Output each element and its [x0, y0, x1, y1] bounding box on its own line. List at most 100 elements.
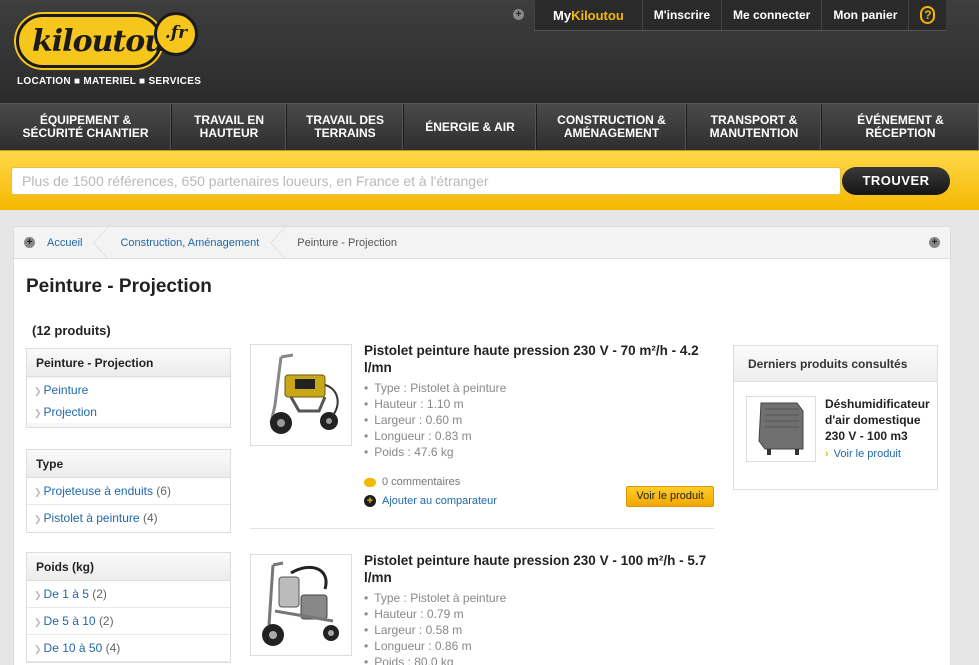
product-image-sprayer[interactable] — [250, 344, 352, 446]
spec-item: Type : Pistolet à peinture — [364, 590, 506, 606]
recent-view-label: Voir le produit — [833, 448, 901, 460]
facet-item-count: (2) — [98, 614, 114, 628]
facet-item-label: Pistolet à peinture — [43, 511, 140, 525]
breadcrumb-separator — [94, 226, 109, 259]
chevron-right-icon: ❯ — [34, 644, 42, 654]
facet-item-count: (2) — [92, 587, 107, 601]
help-icon: ? — [920, 6, 936, 24]
nav-evenement[interactable]: ÉVÉNEMENT & RÉCEPTION — [822, 104, 979, 150]
product-count: (12 produits) — [32, 323, 111, 338]
breadcrumb-separator — [271, 226, 286, 259]
facet-item-1-5[interactable]: ❯ De 1 à 5 (2) — [27, 581, 230, 608]
chevron-right-icon: ❯ — [34, 617, 42, 627]
nav-energie-air[interactable]: ÉNERGIE & AIR — [404, 104, 537, 150]
search-band: TROUVER — [0, 150, 979, 210]
facet-title: Poids (kg) — [27, 553, 230, 581]
spec-item: Poids : 80.0 kg — [364, 654, 506, 665]
product-title[interactable]: Pistolet peinture haute pression 230 V -… — [364, 552, 714, 586]
facet-item-projeteuse[interactable]: ❯ Projeteuse à enduits (6) — [27, 478, 230, 505]
facet-poids: Poids (kg) ❯ De 1 à 5 (2) ❯ De 5 à 10 (2) … — [26, 552, 231, 663]
nav-equipement[interactable]: ÉQUIPEMENT & SÉCURITÉ CHANTIER — [0, 104, 172, 150]
recent-product-image[interactable] — [746, 396, 816, 462]
recent-view-link[interactable]: › Voir le produit — [825, 448, 901, 460]
add-compare-icon: + — [364, 495, 376, 507]
header: kiloutou .fr LOCATION ■ MATERIEL ■ SERVI… — [0, 0, 979, 103]
chevron-right-icon: ❯ — [34, 487, 42, 497]
main-content: + Accueil Construction, Aménagement Pein… — [13, 226, 951, 665]
product-divider — [250, 528, 714, 529]
logo-suffix: .fr — [154, 12, 198, 56]
breadcrumb-construction[interactable]: Construction, Aménagement — [108, 227, 271, 259]
facet-item-label: Projeteuse à enduits — [43, 484, 153, 498]
compare-link[interactable]: + Ajouter au comparateur — [364, 495, 497, 507]
search-input[interactable] — [11, 167, 841, 195]
mykiloutou-prefix: My — [553, 8, 572, 23]
facet-category: Peinture - Projection ❯ Peinture ❯ Project… — [26, 348, 231, 428]
facet-item-count: (4) — [142, 511, 158, 525]
spec-item: Hauteur : 0.79 m — [364, 606, 506, 622]
facet-item-label: De 1 à 5 — [43, 587, 89, 601]
recently-viewed-item: Déshumidificateur d'air domestique 230 V… — [734, 382, 937, 489]
facet-item-label: Projection — [43, 405, 97, 419]
facet-item-count: (4) — [105, 641, 121, 655]
spec-item: Type : Pistolet à peinture — [364, 380, 506, 396]
recently-viewed-panel: Derniers produits consultés Déshumidific… — [733, 345, 938, 490]
register-link[interactable]: M'inscrire — [641, 0, 721, 30]
spec-item: Largeur : 0.60 m — [364, 412, 506, 428]
breadcrumb-current: Peinture - Projection — [297, 236, 397, 249]
chevron-right-icon: ❯ — [34, 514, 42, 524]
account-links: MyKiloutou M'inscrire Me connecter Mon p… — [534, 0, 947, 31]
search-button[interactable]: TROUVER — [842, 167, 950, 195]
facet-title: Peinture - Projection — [27, 349, 230, 377]
comment-bubble-icon — [364, 477, 376, 487]
facet-item-label: De 5 à 10 — [43, 614, 96, 628]
comments-link[interactable]: 0 commentaires — [364, 476, 460, 488]
kiloutou-logo[interactable]: kiloutou .fr LOCATION ■ MATERIEL ■ SERVI… — [14, 12, 202, 90]
facet-title: Type — [27, 450, 230, 478]
breadcrumb-plus-icon[interactable]: + — [24, 237, 35, 248]
main-nav: ÉQUIPEMENT & SÉCURITÉ CHANTIER TRAVAIL E… — [0, 103, 979, 150]
facet-item-count: (6) — [156, 484, 171, 498]
chevron-right-icon: › — [825, 448, 829, 460]
product-image-sprayer[interactable] — [250, 554, 352, 656]
comments-label: 0 commentaires — [382, 476, 461, 488]
logo-text: kiloutou — [32, 24, 166, 59]
nav-construction[interactable]: CONSTRUCTION & AMÉNAGEMENT — [537, 104, 687, 150]
facet-item-peinture[interactable]: ❯ Peinture — [27, 379, 230, 401]
page-title: Peinture - Projection — [26, 276, 212, 297]
spec-item: Poids : 47.6 kg — [364, 444, 506, 460]
breadcrumb: + Accueil Construction, Aménagement Pein… — [14, 226, 950, 259]
spec-item: Hauteur : 1.10 m — [364, 396, 506, 412]
facet-type: Type ❯ Projeteuse à enduits (6) ❯ Pistolet… — [26, 449, 231, 533]
facet-item-pistolet[interactable]: ❯ Pistolet à peinture (4) — [27, 505, 230, 532]
recently-viewed-title: Derniers produits consultés — [734, 346, 937, 382]
facet-item-label: Peinture — [43, 383, 89, 397]
spec-item: Largeur : 0.58 m — [364, 622, 506, 638]
product-specs: Type : Pistolet à peinture Hauteur : 1.1… — [364, 380, 506, 460]
nav-travail-terrains[interactable]: TRAVAIL DES TERRAINS — [287, 104, 404, 150]
logo-tagline: LOCATION ■ MATERIEL ■ SERVICES — [17, 76, 202, 87]
recent-product-name[interactable]: Déshumidificateur d'air domestique 230 V… — [825, 396, 935, 444]
cart-link[interactable]: Mon panier — [821, 0, 908, 30]
breadcrumb-home[interactable]: Accueil — [35, 227, 94, 259]
product-specs: Type : Pistolet à peinture Hauteur : 0.7… — [364, 590, 506, 665]
mykiloutou-link[interactable]: MyKiloutou — [534, 0, 642, 30]
facet-item-projection[interactable]: ❯ Projection — [27, 401, 230, 423]
expand-icon[interactable]: + — [513, 9, 524, 20]
product-title[interactable]: Pistolet peinture haute pression 230 V -… — [364, 342, 714, 376]
chevron-right-icon: ❯ — [34, 590, 42, 600]
view-product-button[interactable]: Voir le produit — [626, 486, 714, 507]
expand-icon[interactable]: + — [929, 237, 940, 248]
login-link[interactable]: Me connecter — [721, 0, 821, 30]
help-button[interactable]: ? — [908, 0, 946, 30]
nav-travail-hauteur[interactable]: TRAVAIL EN HAUTEUR — [172, 104, 287, 150]
chevron-right-icon: ❯ — [34, 408, 42, 418]
nav-transport[interactable]: TRANSPORT & MANUTENTION — [687, 104, 822, 150]
compare-label: Ajouter au comparateur — [382, 495, 497, 507]
facet-item-label: De 10 à 50 — [43, 641, 103, 655]
mykiloutou-brand: Kiloutou — [571, 8, 624, 23]
chevron-right-icon: ❯ — [34, 386, 42, 396]
facet-item-10-50[interactable]: ❯ De 10 à 50 (4) — [27, 635, 230, 662]
facet-item-5-10[interactable]: ❯ De 5 à 10 (2) — [27, 608, 230, 635]
spec-item: Longueur : 0.86 m — [364, 638, 506, 654]
